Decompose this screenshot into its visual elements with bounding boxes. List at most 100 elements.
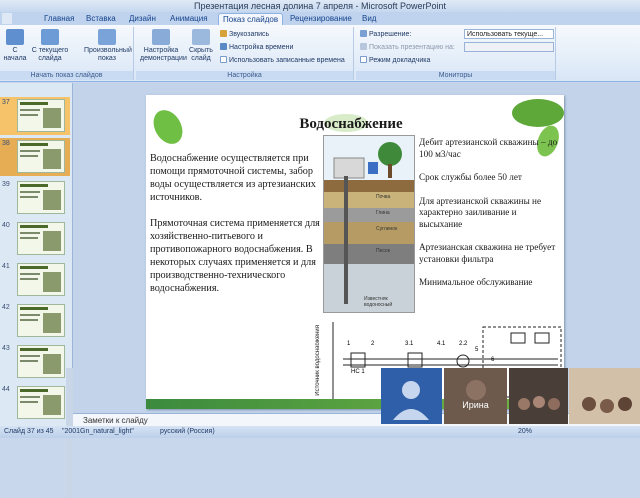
zoom-level[interactable]: 20% xyxy=(518,426,532,438)
layer-label-clay: Глина xyxy=(376,210,390,216)
tab-slideshow[interactable]: Показ слайдов xyxy=(218,13,284,25)
thumbnail-40[interactable]: 40 xyxy=(0,220,70,258)
webcam-image xyxy=(444,368,507,424)
participant-name: Ирина xyxy=(462,400,489,410)
tab-design[interactable]: Дизайн xyxy=(125,13,160,25)
status-bar: Слайд 37 из 45 "2001Gn_natural_light" ру… xyxy=(0,426,640,438)
presenter-view-checkbox[interactable]: Режим докладчика xyxy=(360,56,430,65)
hide-slide-label: Скрыть слайд xyxy=(189,47,213,62)
slide-editor: Водоснабжение Водоснабжение осуществляет… xyxy=(73,83,640,413)
node-label: 3.1 xyxy=(405,341,414,347)
from-current-button[interactable]: С текущего слайда xyxy=(30,29,70,63)
checkbox-icon xyxy=(220,56,227,63)
avatar-icon xyxy=(393,381,429,420)
well-illustration xyxy=(324,136,414,312)
rehearse-label: Настройка времени xyxy=(229,44,294,51)
layer-label-soil: Почва xyxy=(376,194,391,200)
thumb-number: 39 xyxy=(2,181,10,188)
slide-left-text: Водоснабжение осуществляется при помощи … xyxy=(150,152,320,308)
group-monitors: Разрешение: Использовать текуще... Показ… xyxy=(356,27,556,80)
layer-label-sand: Песок xyxy=(376,248,390,254)
presenter-label: Режим докладчика xyxy=(369,57,431,64)
monitor-icon xyxy=(360,30,367,37)
custom-show-label: Произвольный показ xyxy=(84,47,132,62)
group-start-show: С начала С текущего слайда Произвольный … xyxy=(0,27,134,80)
left-paragraph-1: Водоснабжение осуществляется при помощи … xyxy=(150,153,316,203)
slide-title: Водоснабжение xyxy=(299,116,403,132)
rehearse-timings-button[interactable]: Настройка времени xyxy=(220,43,293,52)
show-on-label: Показать презентацию на: xyxy=(360,43,455,52)
slides-panel: 37 38 39 40 41 42 43 44 xyxy=(0,83,73,498)
thumb-image xyxy=(17,304,65,337)
thumb-image xyxy=(17,181,65,214)
thumb-image xyxy=(17,345,65,378)
hide-slide-icon xyxy=(192,29,210,45)
layer-label-loam: Суглинок xyxy=(376,226,398,232)
thumbnail-37[interactable]: 37 xyxy=(0,97,70,135)
left-paragraph-2: Прямоточная система применяется для хозя… xyxy=(150,218,320,294)
video-tile-room[interactable] xyxy=(569,368,640,424)
ribbon: С начала С текущего слайда Произвольный … xyxy=(0,25,640,82)
slideshow-current-icon xyxy=(41,29,59,45)
right-bullet-2: Срок службы более 50 лет xyxy=(419,172,522,182)
slide-counter: Слайд 37 из 45 xyxy=(4,428,54,435)
checkbox-icon xyxy=(360,56,367,63)
tab-view[interactable]: Вид xyxy=(358,13,380,25)
thumb-image xyxy=(17,222,65,255)
record-narration-button[interactable]: Звукозапись xyxy=(220,30,269,39)
tab-insert[interactable]: Вставка xyxy=(82,13,120,25)
slide-canvas[interactable]: Водоснабжение Водоснабжение осуществляет… xyxy=(146,95,564,409)
from-current-label: С текущего слайда xyxy=(31,47,69,62)
video-tile-self[interactable] xyxy=(381,368,442,424)
thumb-image xyxy=(17,263,65,296)
thumbnail-42[interactable]: 42 xyxy=(0,302,70,340)
thumbnail-44[interactable]: 44 xyxy=(0,384,70,422)
resolution-select[interactable]: Использовать текуще... xyxy=(464,29,554,39)
thumbnail-41[interactable]: 41 xyxy=(0,261,70,299)
thumbnail-38[interactable]: 38 xyxy=(0,138,70,176)
tab-animation[interactable]: Анимация xyxy=(166,13,212,25)
node-label: 1 xyxy=(347,341,351,347)
node-label: 2 xyxy=(371,341,375,347)
right-bullet-1: Дебит артезианской скважины – до 100 м3/… xyxy=(419,137,558,159)
from-start-button[interactable]: С начала xyxy=(3,29,27,63)
thumb-image xyxy=(17,99,65,132)
thumb-number: 44 xyxy=(2,386,10,393)
use-timings-checkbox[interactable]: Использовать записанные времена xyxy=(220,56,345,65)
video-tile-irina[interactable]: Ирина xyxy=(444,368,507,424)
record-label: Звукозапись xyxy=(229,31,270,38)
language-indicator[interactable]: русский (Россия) xyxy=(160,426,215,438)
hide-slide-button[interactable]: Скрыть слайд xyxy=(186,29,216,63)
node-label: НС 1 xyxy=(351,369,365,375)
office-button[interactable] xyxy=(2,13,12,24)
node-label: 5 xyxy=(475,347,479,353)
microphone-icon xyxy=(220,30,227,37)
show-on-select[interactable] xyxy=(464,42,554,52)
thumbnail-39[interactable]: 39 xyxy=(0,179,70,217)
setup-show-button[interactable]: Настройка демонстрации xyxy=(140,29,187,63)
notes-placeholder: Заметки к слайду xyxy=(83,416,148,425)
node-label: 4.1 xyxy=(437,341,446,347)
custom-show-button[interactable]: Произвольный показ xyxy=(84,29,132,63)
from-start-label: С начала xyxy=(3,47,27,62)
thumb-number: 43 xyxy=(2,345,10,352)
resolution-value: Использовать текуще... xyxy=(467,31,544,38)
thumbnail-43[interactable]: 43 xyxy=(0,343,70,381)
thumb-image xyxy=(17,386,65,419)
video-tile-class[interactable] xyxy=(509,368,568,424)
thumb-image xyxy=(17,140,65,173)
clock-icon xyxy=(220,43,227,50)
tab-review[interactable]: Рецензирование xyxy=(286,13,356,25)
group-setup: Настройка демонстрации Скрыть слайд Звук… xyxy=(136,27,354,80)
right-bullet-5: Минимальное обслуживание xyxy=(419,277,533,287)
webcam-image xyxy=(569,368,640,424)
setup-label: Настройка демонстрации xyxy=(140,47,187,62)
resolution-label: Разрешение: xyxy=(360,30,411,39)
ribbon-tabs: Главная Вставка Дизайн Анимация Показ сл… xyxy=(0,12,640,25)
node-label: 2.2 xyxy=(459,341,468,347)
tab-home[interactable]: Главная xyxy=(40,13,78,25)
layer-label-limestone: Известняк водоносный xyxy=(364,296,393,308)
group-setup-label: Настройка xyxy=(136,71,353,80)
node-label: 6 xyxy=(491,357,495,363)
right-bullet-4: Артезианская скважина не требует установ… xyxy=(419,242,556,264)
